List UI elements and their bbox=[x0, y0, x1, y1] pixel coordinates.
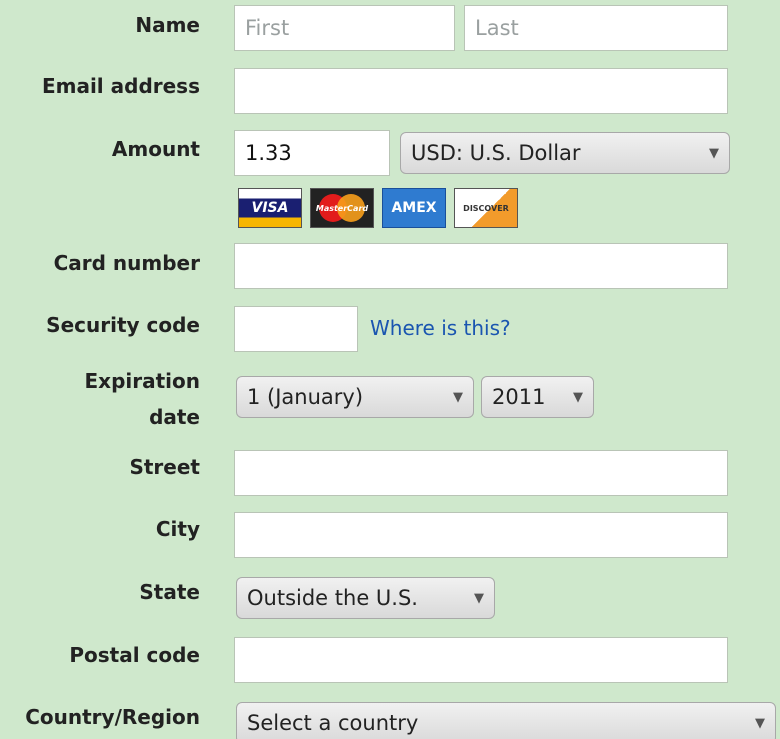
postal-code-label: Postal code bbox=[69, 643, 200, 667]
last-name-input[interactable] bbox=[464, 5, 728, 51]
chevron-down-icon: ▼ bbox=[474, 590, 484, 606]
expiration-year-value: 2011 bbox=[492, 385, 546, 409]
card-number-input[interactable] bbox=[234, 243, 728, 289]
city-label: City bbox=[155, 517, 200, 541]
accepted-cards: VISA MasterCard AMEX DISCOVER bbox=[238, 188, 518, 228]
security-code-label: Security code bbox=[46, 313, 200, 337]
city-input[interactable] bbox=[234, 512, 728, 558]
country-select[interactable]: Select a country ▼ bbox=[236, 702, 776, 739]
street-label: Street bbox=[129, 455, 200, 479]
expiration-label-line2: date bbox=[149, 405, 200, 429]
first-name-input[interactable] bbox=[234, 5, 455, 51]
currency-select-value: USD: U.S. Dollar bbox=[411, 141, 581, 165]
discover-logo-text: DISCOVER bbox=[463, 203, 509, 213]
card-number-label: Card number bbox=[53, 251, 200, 275]
state-label: State bbox=[139, 580, 200, 604]
chevron-down-icon: ▼ bbox=[709, 145, 719, 161]
payment-form: Name Email address Amount USD: U.S. Doll… bbox=[0, 0, 780, 739]
country-select-value: Select a country bbox=[247, 711, 419, 735]
visa-logo-text: VISA bbox=[251, 200, 289, 216]
country-region-label: Country/Region bbox=[25, 705, 200, 729]
state-select[interactable]: Outside the U.S. ▼ bbox=[236, 577, 495, 619]
currency-select[interactable]: USD: U.S. Dollar ▼ bbox=[400, 132, 730, 174]
expiration-month-select[interactable]: 1 (January) ▼ bbox=[236, 376, 474, 418]
chevron-down-icon: ▼ bbox=[573, 389, 583, 405]
state-select-value: Outside the U.S. bbox=[247, 586, 418, 610]
amount-input[interactable] bbox=[234, 130, 390, 176]
expiration-month-value: 1 (January) bbox=[247, 385, 364, 409]
expiration-year-select[interactable]: 2011 ▼ bbox=[481, 376, 594, 418]
amex-logo-text: AMEX bbox=[391, 200, 437, 216]
chevron-down-icon: ▼ bbox=[755, 715, 765, 731]
chevron-down-icon: ▼ bbox=[453, 389, 463, 405]
discover-logo: DISCOVER bbox=[454, 188, 518, 228]
mastercard-logo: MasterCard bbox=[310, 188, 374, 228]
email-input[interactable] bbox=[234, 68, 728, 114]
security-code-help-link[interactable]: Where is this? bbox=[370, 316, 511, 340]
expiration-date-label: Expiration date bbox=[85, 363, 201, 435]
expiration-label-line1: Expiration bbox=[84, 369, 201, 393]
name-label: Name bbox=[135, 13, 200, 37]
street-input[interactable] bbox=[234, 450, 728, 496]
mastercard-logo-text: MasterCard bbox=[315, 203, 369, 213]
amount-label: Amount bbox=[111, 137, 200, 161]
amex-logo: AMEX bbox=[382, 188, 446, 228]
security-code-input[interactable] bbox=[234, 306, 358, 352]
email-label: Email address bbox=[41, 74, 200, 98]
visa-logo: VISA bbox=[238, 188, 302, 228]
postal-code-input[interactable] bbox=[234, 637, 728, 683]
